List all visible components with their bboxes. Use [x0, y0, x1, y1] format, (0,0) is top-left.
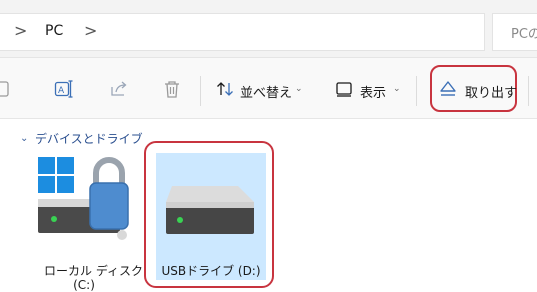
search-input[interactable]: PCの: [511, 23, 537, 42]
sort-icon[interactable]: [215, 79, 235, 99]
view-button[interactable]: 表示: [360, 82, 386, 101]
group-header-devices-drives[interactable]: デバイスとドライブ: [35, 130, 143, 147]
usb-drive-icon: [166, 186, 254, 234]
view-icon[interactable]: [334, 79, 354, 99]
sort-button[interactable]: 並べ替え: [240, 82, 292, 101]
address-bar[interactable]: [0, 13, 485, 51]
breadcrumb-pc[interactable]: PC: [45, 23, 63, 39]
toolbar-divider: [200, 76, 201, 106]
eject-icon[interactable]: [438, 79, 458, 99]
drive-c-name: ローカル ディスク: [44, 264, 143, 278]
toolbar-divider: [416, 76, 417, 106]
sort-chevron-down-icon[interactable]: ⌄: [295, 84, 303, 94]
group-collapse-chevron-icon[interactable]: ⌄: [20, 133, 28, 144]
copy-icon[interactable]: [0, 79, 20, 99]
drive-c-letter: (C:): [73, 278, 95, 292]
drive-d-name: USBドライブ (D:): [161, 264, 261, 278]
delete-icon[interactable]: [162, 79, 182, 99]
breadcrumb-separator-icon[interactable]: >: [14, 21, 27, 40]
svg-text:A: A: [58, 86, 65, 96]
breadcrumb-chevron-icon[interactable]: >: [84, 21, 97, 40]
toolbar-divider: [528, 76, 529, 106]
eject-button[interactable]: 取り出す: [465, 82, 517, 101]
rename-icon[interactable]: A: [54, 79, 74, 99]
locked-system-drive-icon: [38, 157, 129, 240]
share-icon[interactable]: [109, 79, 129, 99]
view-chevron-down-icon[interactable]: ⌄: [393, 84, 401, 94]
